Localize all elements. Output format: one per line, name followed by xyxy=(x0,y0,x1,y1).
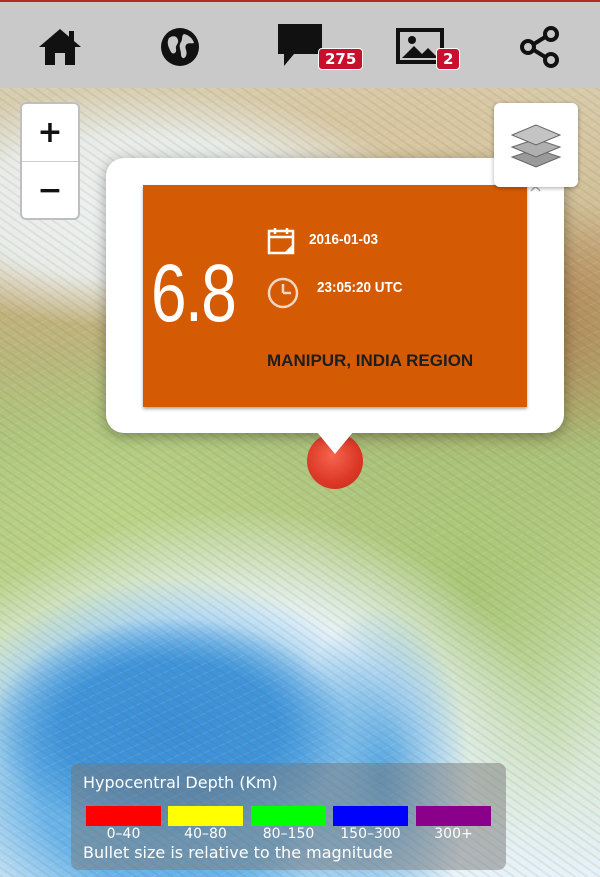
legend-range-label: 150–300 xyxy=(340,826,401,842)
depth-legend: Hypocentral Depth (Km) 0–40 40–80 80–150… xyxy=(71,763,506,870)
event-date: 2016-01-03 xyxy=(309,231,379,248)
event-region: MANIPUR, INDIA REGION xyxy=(267,351,474,370)
photos-count-badge: 2 xyxy=(436,48,461,70)
globe-icon xyxy=(161,28,199,66)
home-button[interactable] xyxy=(30,20,90,74)
home-icon xyxy=(39,29,81,65)
legend-swatch-300-plus xyxy=(416,806,491,826)
share-icon xyxy=(520,26,559,68)
layers-button[interactable] xyxy=(494,103,578,187)
legend-swatch-40-80 xyxy=(168,806,243,826)
comments-button[interactable]: 275 xyxy=(270,20,364,74)
legend-swatch-150-300 xyxy=(333,806,408,826)
globe-button[interactable] xyxy=(150,20,210,74)
event-card[interactable]: 6.8 2016-01-03 23:05:20 UTC MANIPUR, IND… xyxy=(143,185,527,407)
legend-range-label: 0–40 xyxy=(106,826,141,842)
layers-icon xyxy=(510,124,562,168)
legend-range-label: 80–150 xyxy=(262,826,315,842)
legend-title: Hypocentral Depth (Km) xyxy=(83,773,278,792)
comments-count-badge: 275 xyxy=(318,48,364,70)
zoom-out-button[interactable]: − xyxy=(22,161,78,219)
calendar-icon xyxy=(267,228,295,255)
legend-swatch-80-150 xyxy=(251,806,326,826)
clock-icon xyxy=(267,277,299,309)
event-time: 23:05:20 UTC xyxy=(317,279,403,296)
magnitude-value: 6.8 xyxy=(151,248,237,339)
share-button[interactable] xyxy=(510,20,570,74)
photos-button[interactable]: 2 xyxy=(392,20,472,74)
zoom-in-button[interactable]: + xyxy=(22,104,78,161)
top-nav-bar: 275 2 xyxy=(0,0,600,88)
legend-range-label: 40–80 xyxy=(184,826,227,842)
legend-swatch-0-40 xyxy=(86,806,161,826)
comment-icon xyxy=(278,24,322,66)
legend-range-label: 300+ xyxy=(434,826,473,842)
popup-tip xyxy=(312,426,358,454)
legend-note: Bullet size is relative to the magnitude xyxy=(83,843,393,862)
zoom-control: + − xyxy=(20,102,80,220)
